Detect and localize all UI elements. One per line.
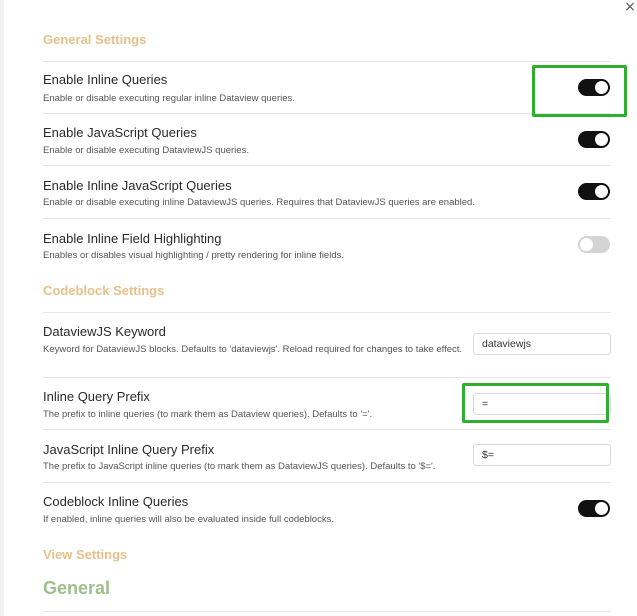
setting-desc: The prefix to inline queries (to mark th… [43,409,373,420]
setting-js-queries: Enable JavaScript Queries Enable or disa… [43,113,611,166]
toggle-codeblock-inline-queries[interactable] [578,500,610,517]
setting-desc: If enabled, inline queries will also be … [43,514,334,525]
setting-desc: Enable or disable executing inline Datav… [43,197,475,208]
close-icon[interactable]: × [623,0,637,16]
toggle-inline-queries[interactable] [578,79,610,96]
divider [43,611,611,612]
setting-inline-queries: Enable Inline Queries Enable or disable … [43,61,611,114]
dataviewjs-keyword-input[interactable] [473,333,611,355]
toggle-js-queries[interactable] [578,131,610,148]
toggle-knob [595,81,608,94]
setting-inline-query-prefix: Inline Query Prefix The prefix to inline… [43,377,611,430]
toggle-knob [595,502,608,515]
setting-desc: The prefix to JavaScript inline queries … [43,461,436,472]
js-inline-query-prefix-input[interactable] [473,444,611,466]
setting-name: Inline Query Prefix [43,389,150,404]
toggle-inline-js-queries[interactable] [578,183,610,200]
setting-desc: Enable or disable executing regular inli… [43,93,295,104]
section-heading-codeblock: Codeblock Settings [43,283,165,298]
toggle-knob [595,133,608,146]
setting-js-inline-query-prefix: JavaScript Inline Query Prefix The prefi… [43,429,611,483]
setting-name: Enable Inline Queries [43,72,168,87]
settings-panel: × General Settings Enable Inline Queries… [4,0,637,616]
view-general-heading: General [43,578,111,598]
setting-desc: Enables or disables visual highlighting … [43,250,345,261]
setting-name: Enable Inline JavaScript Queries [43,178,232,193]
setting-codeblock-inline-queries: Codeblock Inline Queries If enabled, inl… [43,482,611,535]
setting-name: Enable JavaScript Queries [43,125,197,140]
setting-name: DataviewJS Keyword [43,324,166,339]
setting-name: Codeblock Inline Queries [43,494,189,509]
setting-inline-field-highlighting: Enable Inline Field Highlighting Enables… [43,218,611,271]
toggle-inline-field-highlighting[interactable] [578,236,610,253]
setting-name: JavaScript Inline Query Prefix [43,442,215,457]
setting-desc: Keyword for DataviewJS blocks. Defaults … [43,344,463,355]
setting-dataviewjs-keyword: DataviewJS Keyword Keyword for DataviewJ… [43,312,611,378]
setting-desc: Enable or disable executing DataviewJS q… [43,145,249,156]
section-heading-view: View Settings [43,547,128,562]
section-heading-general: General Settings [43,32,147,47]
toggle-knob [580,238,593,251]
setting-name: Enable Inline Field Highlighting [43,231,222,246]
toggle-knob [595,185,608,198]
inline-query-prefix-input[interactable] [473,393,611,415]
setting-inline-js-queries: Enable Inline JavaScript Queries Enable … [43,165,611,219]
